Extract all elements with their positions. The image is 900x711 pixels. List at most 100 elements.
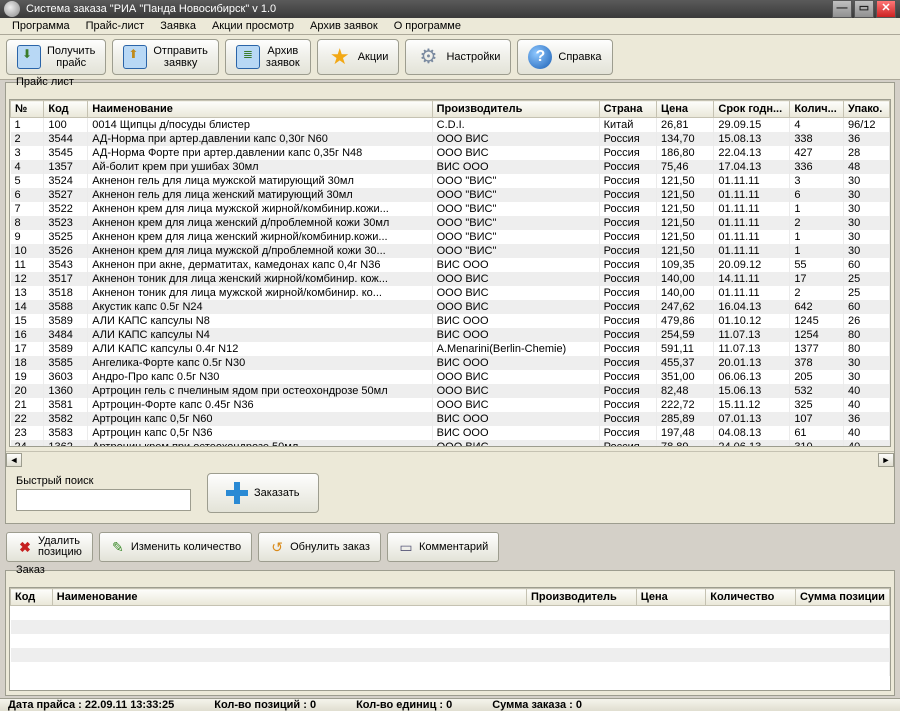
cell: Россия: [599, 244, 656, 258]
price-col-7[interactable]: Колич...: [790, 101, 844, 118]
cell: 1254: [790, 328, 844, 342]
price-col-8[interactable]: Упако.: [844, 101, 890, 118]
order-col-5[interactable]: Сумма позиции: [795, 589, 889, 606]
cell: Россия: [599, 286, 656, 300]
price-table: №КодНаименованиеПроизводительСтранаЦенаС…: [10, 100, 890, 447]
table-row[interactable]: 73522Акненон крем для лица мужской жирно…: [11, 202, 890, 216]
cell: 479,86: [657, 314, 714, 328]
scroll-right-icon[interactable]: ►: [878, 453, 894, 467]
table-row[interactable]: 63527Акненон гель для лица женский матир…: [11, 188, 890, 202]
table-row[interactable]: 173589АЛИ КАПС капсулы 0.4г N12A.Menarin…: [11, 342, 890, 356]
order-actions-toolbar: ✖ Удалить позицию ✎ Изменить количество …: [0, 526, 900, 568]
table-row[interactable]: 83523Акненон крем для лица женский д/про…: [11, 216, 890, 230]
settings-button[interactable]: ⚙ Настройки: [405, 39, 511, 75]
cell: Акненон крем для лица мужской д/проблемн…: [88, 244, 432, 258]
close-button[interactable]: ✕: [876, 0, 896, 18]
cell: 11.07.13: [714, 328, 790, 342]
cell: 14: [11, 300, 44, 314]
order-col-4[interactable]: Количество: [706, 589, 796, 606]
order-col-0[interactable]: Код: [11, 589, 53, 606]
status-pos-count: Кол-во позиций : 0: [214, 699, 316, 711]
quick-search-input[interactable]: [16, 489, 191, 511]
table-row[interactable]: 233583Артроцин капс 0,5г N36ВИС ОООРосси…: [11, 426, 890, 440]
download-icon: [17, 45, 41, 69]
table-row[interactable]: 33545АД-Норма Форте при артер.давлении к…: [11, 146, 890, 160]
table-row[interactable]: [11, 662, 890, 676]
cell: 427: [790, 146, 844, 160]
cell: 82,48: [657, 384, 714, 398]
price-col-5[interactable]: Цена: [657, 101, 714, 118]
table-row[interactable]: [11, 606, 890, 621]
table-row[interactable]: 133518Акненон тоник для лица мужской жир…: [11, 286, 890, 300]
cell: 13: [11, 286, 44, 300]
table-row[interactable]: 241362Артроцин крем при остеохондрозе 50…: [11, 440, 890, 447]
menu-archive[interactable]: Архив заявок: [302, 18, 386, 34]
order-table-scroll[interactable]: КодНаименованиеПроизводительЦенаКоличест…: [9, 587, 891, 691]
cell: Ангелика-Форте капс 0.5г N30: [88, 356, 432, 370]
table-row[interactable]: 223582Артроцин капс 0,5г N60ВИС ОООРосси…: [11, 412, 890, 426]
cell: 01.10.12: [714, 314, 790, 328]
cell: 1: [790, 230, 844, 244]
cell: 3484: [44, 328, 88, 342]
cell: 17: [790, 272, 844, 286]
cell: Акустик капс 0.5г N24: [88, 300, 432, 314]
table-row[interactable]: 103526Акненон крем для лица мужской д/пр…: [11, 244, 890, 258]
get-price-button[interactable]: Получить прайс: [6, 39, 106, 75]
table-row[interactable]: 93525Акненон крем для лица женский жирно…: [11, 230, 890, 244]
table-row[interactable]: 163484АЛИ КАПС капсулы N4ВИС ОООРоссия25…: [11, 328, 890, 342]
table-row[interactable]: 213581Артроцин-Форте капс 0.45г N36ООО В…: [11, 398, 890, 412]
archive-button[interactable]: Архив заявок: [225, 39, 311, 75]
cell: 3585: [44, 356, 88, 370]
comment-button[interactable]: ▭ Комментарий: [387, 532, 499, 562]
price-hscroll[interactable]: ◄ ►: [6, 451, 894, 467]
price-col-3[interactable]: Производитель: [432, 101, 599, 118]
promo-button[interactable]: ★ Акции: [317, 39, 400, 75]
order-col-1[interactable]: Наименование: [52, 589, 526, 606]
cell: 30: [844, 244, 890, 258]
table-row[interactable]: [11, 648, 890, 662]
table-row[interactable]: 193603Андро-Про капс 0.5г N30ООО ВИСРосс…: [11, 370, 890, 384]
table-row[interactable]: 123517Акненон тоник для лица женский жир…: [11, 272, 890, 286]
add-to-order-button[interactable]: Заказать: [207, 473, 319, 513]
price-col-6[interactable]: Срок годн...: [714, 101, 790, 118]
menu-about[interactable]: О программе: [386, 18, 469, 34]
price-col-1[interactable]: Код: [44, 101, 88, 118]
table-row[interactable]: 143588Акустик капс 0.5г N24ООО ВИСРоссия…: [11, 300, 890, 314]
help-button[interactable]: ? Справка: [517, 39, 612, 75]
table-row[interactable]: 201360Артроцин гель с пчелиным ядом при …: [11, 384, 890, 398]
price-col-0[interactable]: №: [11, 101, 44, 118]
send-order-button[interactable]: Отправить заявку: [112, 39, 219, 75]
order-col-2[interactable]: Производитель: [526, 589, 636, 606]
cell: ООО ВИС: [432, 132, 599, 146]
cell: 16.04.13: [714, 300, 790, 314]
table-row[interactable]: 183585Ангелика-Форте капс 0.5г N30ВИС ОО…: [11, 356, 890, 370]
cell: Россия: [599, 174, 656, 188]
minimize-button[interactable]: —: [832, 0, 852, 18]
menu-promo-view[interactable]: Акции просмотр: [204, 18, 302, 34]
price-col-2[interactable]: Наименование: [88, 101, 432, 118]
order-col-3[interactable]: Цена: [636, 589, 705, 606]
table-row[interactable]: 11000014 Щипцы д/посуды блистерC.D.I.Кит…: [11, 118, 890, 133]
delete-position-button[interactable]: ✖ Удалить позицию: [6, 532, 93, 562]
table-row[interactable]: [11, 620, 890, 634]
menu-program[interactable]: Программа: [4, 18, 78, 34]
table-row[interactable]: 53524Акненон гель для лица мужской матир…: [11, 174, 890, 188]
cell: 140,00: [657, 272, 714, 286]
scroll-left-icon[interactable]: ◄: [6, 453, 22, 467]
cell: Акненон тоник для лица мужской жирной/ко…: [88, 286, 432, 300]
price-col-4[interactable]: Страна: [599, 101, 656, 118]
maximize-button[interactable]: ▭: [854, 0, 874, 18]
table-row[interactable]: 41357Ай-болит крем при ушибах 30млВИС ОО…: [11, 160, 890, 174]
table-row[interactable]: 113543Акненон при акне, дерматитах, каме…: [11, 258, 890, 272]
menu-pricelist[interactable]: Прайс-лист: [78, 18, 153, 34]
price-table-scroll[interactable]: №КодНаименованиеПроизводительСтранаЦенаС…: [9, 99, 891, 447]
cell: 532: [790, 384, 844, 398]
table-row[interactable]: [11, 634, 890, 648]
table-row[interactable]: 23544АД-Норма при артер.давлении капс 0,…: [11, 132, 890, 146]
change-qty-button[interactable]: ✎ Изменить количество: [99, 532, 252, 562]
reset-order-button[interactable]: ↺ Обнулить заказ: [258, 532, 381, 562]
menu-order[interactable]: Заявка: [152, 18, 204, 34]
table-row[interactable]: 153589АЛИ КАПС капсулы N8ВИС ОООРоссия47…: [11, 314, 890, 328]
cell: 60: [844, 258, 890, 272]
cell: 285,89: [657, 412, 714, 426]
